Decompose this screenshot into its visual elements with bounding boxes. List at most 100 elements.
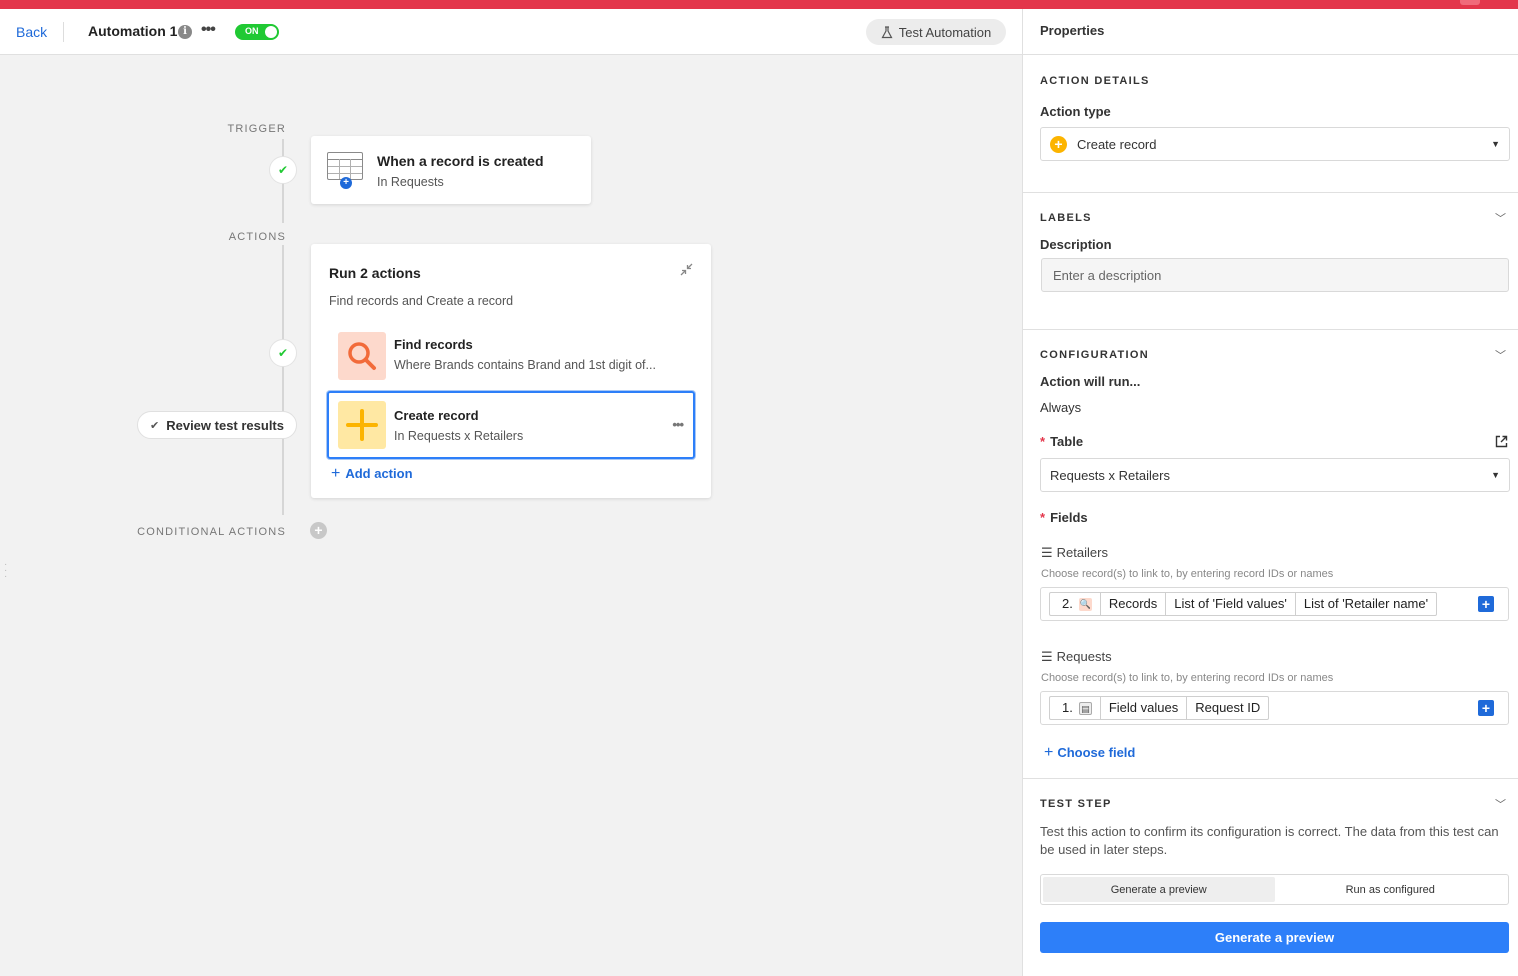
test-automation-label: Test Automation [898,24,992,40]
chevron-down-icon[interactable]: ﹀ [1495,347,1506,363]
table-select[interactable]: Requests x Retailers ▼ [1040,458,1510,492]
plus-icon: + [340,177,352,189]
segment-generate-preview[interactable]: Generate a preview [1043,877,1275,902]
plus-icon [346,409,378,441]
create-record-action[interactable]: Create record In Requests x Retailers ••… [327,391,695,459]
action-details-title: ACTION DETAILS [1040,75,1150,87]
create-record-subtitle: In Requests x Retailers [394,429,524,443]
requests-token-input[interactable]: 1. ▤ Field values Request ID + [1040,691,1509,725]
token-field-values: Field values [1099,697,1186,719]
test-step-description: Test this action to confirm its configur… [1040,824,1499,857]
flow-line [282,183,284,223]
action-type-label: Action type [1040,104,1111,119]
info-icon[interactable]: i [178,25,192,39]
action-details-section: ACTION DETAILS Action type + Create reco… [1023,55,1518,193]
token-request-id: Request ID [1186,697,1268,719]
actions-status-check: ✔ [269,339,297,367]
automation-canvas: TRIGGER ACTIONS CONDITIONAL ACTIONS ✔ ✔ … [0,55,1022,976]
more-icon[interactable]: ••• [672,417,684,432]
run-actions-subtitle: Find records and Create a record [329,294,514,308]
flask-icon [881,25,893,38]
chevron-down-icon: ▼ [1491,139,1500,149]
test-automation-button[interactable]: Test Automation [866,19,1006,45]
step-token: 1. ▤ [1050,697,1100,719]
resize-handle[interactable]: · · · [4,560,7,582]
test-step-title: TEST STEP [1040,798,1112,810]
trigger-status-check: ✔ [269,156,297,184]
action-type-select[interactable]: + Create record ▼ [1040,127,1510,161]
create-record-icon-tile [338,401,386,449]
step-token: 2. 🔍 [1062,596,1092,611]
retailers-field-help: Choose record(s) to link to, by entering… [1041,568,1334,580]
retailers-token-group[interactable]: 2. 🔍 Records List of 'Field values' List … [1049,592,1438,616]
trigger-card[interactable]: + When a record is created In Requests [311,136,591,204]
retailers-token-input[interactable]: 2. 🔍 Records List of 'Field values' List … [1040,587,1509,621]
plus-icon: + [1044,744,1054,761]
requests-field-name: ☰ Requests [1041,649,1112,664]
external-link-icon[interactable] [1495,435,1508,448]
top-accent-bar [0,0,1518,9]
review-test-results-button[interactable]: ✔ Review test results [137,411,297,439]
requests-token-group[interactable]: 1. ▤ Field values Request ID [1049,696,1270,720]
configuration-title: CONFIGURATION [1040,349,1149,361]
add-token-button[interactable]: + [1478,700,1494,716]
automation-toggle[interactable]: ON [235,24,279,40]
collapse-icon[interactable] [680,263,693,276]
chevron-down-icon[interactable]: ﹀ [1495,796,1506,812]
fields-label-text: Fields [1050,510,1088,525]
back-link[interactable]: Back [16,24,47,40]
search-icon [348,342,376,370]
action-type-value: Create record [1077,137,1157,152]
run-actions-title: Run 2 actions [329,265,421,281]
chevron-down-icon: ▼ [1491,470,1500,480]
token-records: Records [1099,593,1165,615]
chevron-down-icon[interactable]: ﹀ [1495,210,1506,226]
review-test-results-label: Review test results [166,417,284,433]
toggle-label: ON [245,26,259,36]
run-actions-card[interactable]: Run 2 actions Find records and Create a … [311,244,711,498]
add-action-button[interactable]: + Add action [331,465,413,483]
add-action-label: Add action [345,466,413,481]
description-placeholder: Enter a description [1053,268,1162,283]
action-runs-label: Action will run... [1040,374,1141,389]
trigger-title: When a record is created [377,153,544,169]
labels-section: LABELS ﹀ Description Enter a description [1023,193,1518,330]
flow-line [282,245,284,515]
find-records-title: Find records [394,337,473,352]
requests-field-help: Choose record(s) to link to, by entering… [1041,672,1334,684]
automation-header: Back Automation 1 i ••• ON Test Automati… [0,9,1022,55]
plus-icon: + [1050,136,1067,153]
find-records-action[interactable]: Find records Where Brands contains Brand… [327,324,695,390]
actions-section-label: ACTIONS [228,231,286,243]
add-conditional-action-button[interactable]: + [310,522,327,539]
find-records-subtitle: Where Brands contains Brand and 1st digi… [394,358,656,372]
segment-run-as-configured[interactable]: Run as configured [1275,877,1507,902]
automation-name[interactable]: Automation 1 [88,23,177,39]
table-label-text: Table [1050,434,1084,449]
create-record-title: Create record [394,408,479,423]
labels-title: LABELS [1040,212,1092,224]
table-label: * Table [1040,434,1084,449]
check-icon: ✔ [277,163,289,177]
table-value: Requests x Retailers [1050,468,1170,483]
choose-field-button[interactable]: + Choose field [1044,744,1135,762]
header-divider [63,22,64,42]
action-runs-value[interactable]: Always [1040,400,1081,415]
conditional-actions-label: CONDITIONAL ACTIONS [137,526,286,538]
generate-preview-button[interactable]: Generate a preview [1040,922,1509,953]
search-icon: 🔍 [1078,597,1092,611]
test-mode-toggle: Generate a preview Run as configured [1040,874,1509,905]
token-retailer-name: List of 'Retailer name' [1294,593,1436,615]
properties-title: Properties [1023,9,1518,55]
token-field-values: List of 'Field values' [1165,593,1295,615]
linked-field-icon: ☰ [1041,545,1053,560]
configuration-section: CONFIGURATION ﹀ Action will run... Alway… [1023,330,1518,779]
description-input[interactable]: Enter a description [1041,258,1509,292]
table-icon: + [327,152,363,189]
retailers-field-name: ☰ Retailers [1041,545,1108,560]
add-token-button[interactable]: + [1478,596,1494,612]
linked-field-icon: ☰ [1041,649,1053,664]
trigger-section-label: TRIGGER [227,123,286,135]
more-icon[interactable]: ••• [201,21,216,39]
description-label: Description [1040,237,1112,252]
